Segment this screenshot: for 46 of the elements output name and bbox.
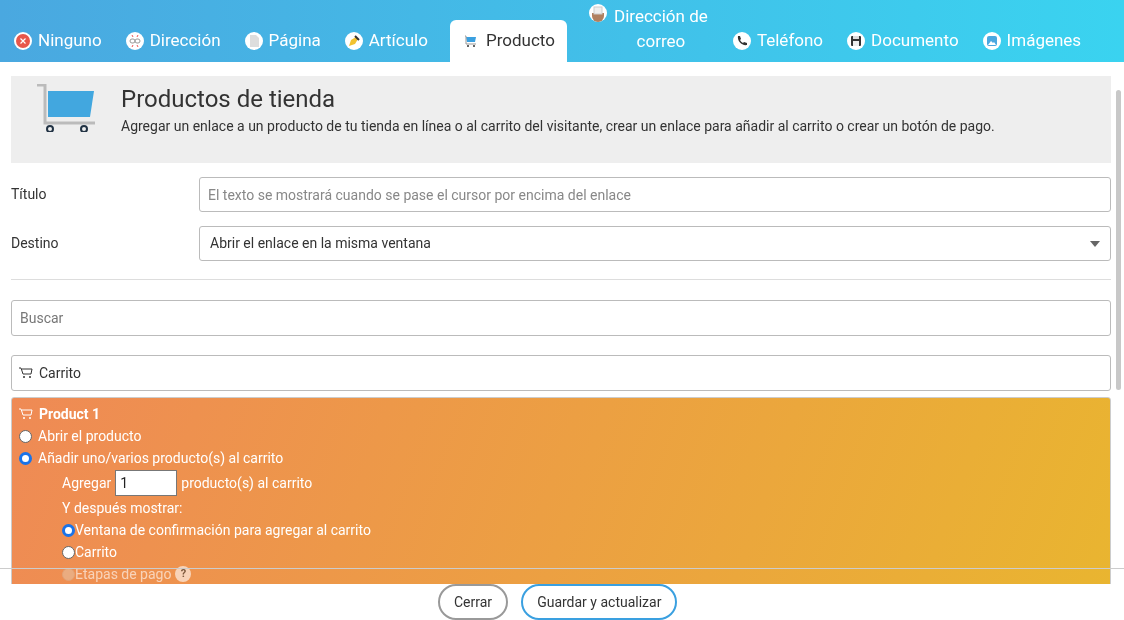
quantity-prefix: Agregar — [62, 474, 112, 493]
floppy-disk-icon — [847, 32, 866, 50]
radio-option[interactable]: Abrir el producto — [19, 426, 1103, 446]
header-title: Productos de tienda — [121, 84, 337, 114]
tab[interactable]: Ninguno — [2, 20, 114, 62]
field-label: Título — [11, 185, 48, 204]
help-badge: ? — [175, 566, 192, 582]
radio-button[interactable] — [19, 451, 32, 465]
radio-button[interactable] — [62, 523, 75, 537]
tab[interactable]: Dirección — [113, 20, 233, 62]
quantity-suffix: producto(s) al carrito — [181, 474, 313, 493]
cart-icon — [19, 408, 33, 420]
radio-button[interactable] — [19, 429, 32, 443]
field-label: Destino — [11, 234, 60, 253]
search-field[interactable]: Buscar — [11, 300, 1111, 336]
caret-icon — [1090, 240, 1100, 247]
radio-option[interactable]: Añadir uno/varios producto(s) al carrito — [19, 448, 1103, 468]
quantity-field[interactable]: 1 — [115, 470, 178, 496]
then-label: Y después mostrar: — [61, 499, 184, 518]
tab[interactable]: Página — [232, 20, 333, 62]
tab[interactable]: Producto — [449, 20, 567, 62]
header-description: Agregar un enlace a un producto de tu tienda en línea o al carrito del visitante, crear un enlace para añadir al carrito o crear un botón de pago. — [121, 117, 995, 136]
dialog-button[interactable]: Cerrar — [438, 584, 509, 620]
link-icon — [125, 32, 144, 50]
cart-icon — [19, 367, 33, 379]
cart-icon — [37, 84, 95, 132]
tab[interactable]: Teléfono — [720, 20, 836, 62]
radio-option[interactable]: Carrito — [62, 542, 1103, 562]
tab[interactable]: Dirección de correo — [576, 0, 721, 62]
input-field[interactable]: El texto se mostrará cuando se pase el cursor por encima del enlace — [199, 177, 1111, 212]
envelope-icon — [588, 4, 607, 22]
close-icon — [14, 32, 32, 50]
cart-item[interactable]: Carrito — [11, 355, 1111, 391]
pen-icon — [344, 32, 363, 50]
phone-icon — [732, 32, 751, 50]
image-icon — [982, 32, 1001, 50]
tab[interactable]: Artículo — [332, 20, 440, 62]
tab[interactable]: Imágenes — [970, 20, 1094, 62]
product-name: Product 1 — [39, 405, 101, 424]
dialog-button[interactable]: Guardar y actualizar — [521, 584, 678, 620]
tab[interactable]: Documento — [835, 20, 971, 62]
radio-button[interactable] — [62, 545, 75, 559]
select-field[interactable]: Abrir el enlace en la misma ventana — [199, 226, 1111, 261]
page-icon — [244, 32, 263, 50]
radio-option[interactable]: Ventana de confirmación para agregar al carrito — [62, 520, 1103, 540]
scrollbar[interactable] — [1116, 90, 1121, 390]
